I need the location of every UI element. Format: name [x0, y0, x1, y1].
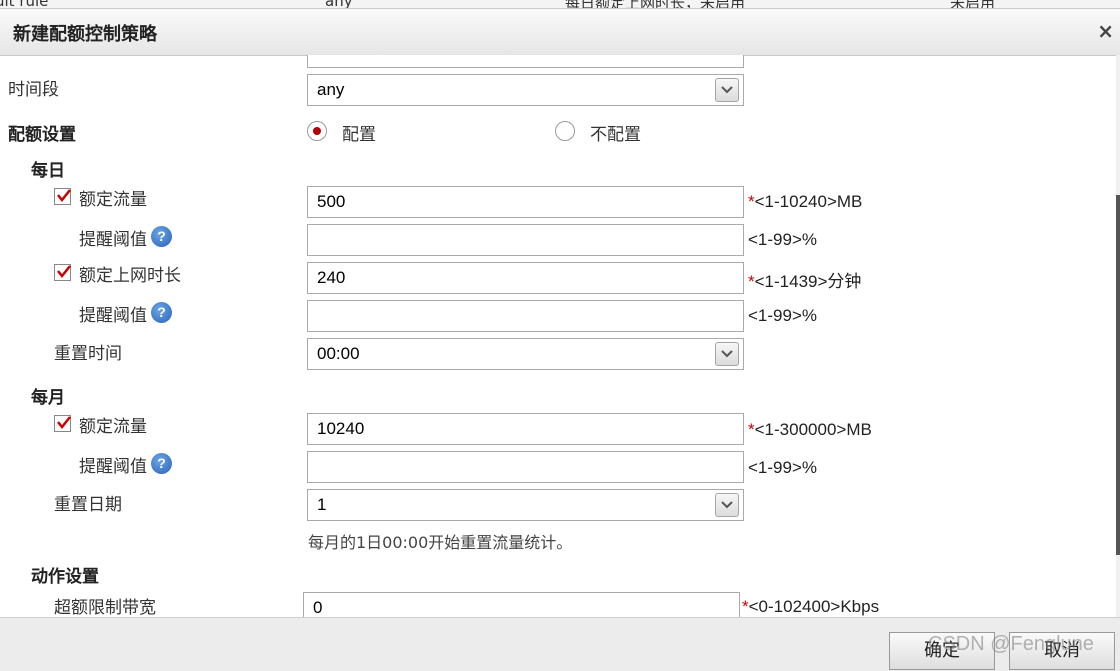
radio-selected-dot — [313, 127, 321, 135]
daily-traffic-input[interactable]: 500 — [307, 186, 744, 218]
time-period-value: any — [317, 80, 345, 99]
dialog-titlebar: 新建配额控制策略 × — [0, 8, 1120, 56]
monthly-traffic-hint-text: <1-300000>MB — [754, 420, 872, 439]
chevron-down-icon[interactable] — [715, 78, 739, 102]
radio-not-configure[interactable] — [555, 121, 575, 141]
previous-field-input[interactable] — [307, 55, 744, 68]
scrollbar-thumb[interactable] — [1116, 195, 1120, 555]
over-limit-bandwidth-hint-text: <0-102400>Kbps — [748, 597, 880, 616]
daily-online-time-hint: *<1-1439>分钟 — [748, 267, 861, 292]
over-limit-bandwidth-label: 超额限制带宽 — [54, 598, 156, 617]
close-icon[interactable]: × — [1097, 19, 1114, 43]
daily-time-threshold-label: 提醒阈值 — [79, 306, 147, 326]
monthly-reset-date-label: 重置日期 — [54, 495, 122, 515]
monthly-traffic-checkbox[interactable] — [54, 415, 71, 432]
bg-cell-4: 未启用 — [950, 0, 995, 8]
required-mark: * — [742, 597, 749, 616]
background-table-row: ult rule any 每日额定上网时长，未启用 未启用 — [0, 0, 1120, 8]
watermark: CSDN @Fenglune — [928, 633, 1094, 655]
daily-reset-time-label: 重置时间 — [54, 344, 122, 364]
radio-not-configure-label: 不配置 — [590, 125, 641, 145]
bg-cell-1: ult rule — [0, 0, 48, 8]
quota-settings-label: 配额设置 — [8, 125, 76, 145]
required-mark: * — [748, 192, 755, 211]
over-limit-bandwidth-input[interactable]: 0 — [303, 592, 740, 617]
monthly-reset-note: 每月的1日00:00开始重置流量统计。 — [308, 533, 573, 552]
help-icon[interactable]: ? — [151, 226, 172, 247]
monthly-heading: 每月 — [31, 388, 65, 408]
bg-cell-2: any — [325, 0, 353, 8]
monthly-reset-date-value: 1 — [317, 495, 327, 514]
monthly-traffic-threshold-input[interactable] — [307, 451, 744, 483]
daily-traffic-hint-text: <1-10240>MB — [754, 192, 863, 211]
daily-traffic-threshold-input[interactable] — [307, 224, 744, 256]
daily-reset-time-select[interactable]: 00:00 — [307, 338, 744, 370]
daily-traffic-label: 额定流量 — [79, 190, 147, 210]
monthly-reset-date-select[interactable]: 1 — [307, 489, 744, 521]
help-icon[interactable]: ? — [151, 302, 172, 323]
dialog-title: 新建配额控制策略 — [13, 24, 157, 45]
radio-configure[interactable] — [307, 121, 327, 141]
over-limit-bandwidth-hint: *<0-102400>Kbps — [742, 597, 879, 617]
time-period-label: 时间段 — [8, 80, 59, 100]
chevron-down-icon[interactable] — [715, 493, 739, 517]
daily-time-threshold-hint: <1-99>% — [748, 306, 817, 325]
help-icon[interactable]: ? — [151, 453, 172, 474]
monthly-traffic-threshold-hint: <1-99>% — [748, 458, 817, 477]
monthly-traffic-input[interactable]: 10240 — [307, 413, 744, 445]
daily-online-time-hint-text: <1-1439>分钟 — [754, 272, 862, 291]
daily-traffic-checkbox[interactable] — [54, 188, 71, 205]
dialog-content: 时间段 any 配额设置 配置 不配置 每日 额定流量 500 *<1-1024… — [0, 55, 1120, 617]
time-period-select[interactable]: any — [307, 74, 744, 106]
bg-cell-3: 每日额定上网时长，未启用 — [565, 0, 745, 8]
monthly-traffic-hint: *<1-300000>MB — [748, 420, 872, 440]
action-settings-heading: 动作设置 — [31, 567, 99, 587]
daily-reset-time-value: 00:00 — [317, 344, 360, 363]
daily-traffic-threshold-hint: <1-99>% — [748, 230, 817, 249]
daily-traffic-threshold-label: 提醒阈值 — [79, 230, 147, 250]
required-mark: * — [748, 272, 755, 291]
required-mark: * — [748, 420, 755, 439]
daily-heading: 每日 — [31, 161, 65, 181]
radio-configure-label: 配置 — [342, 125, 376, 145]
daily-online-time-input[interactable]: 240 — [307, 262, 744, 294]
daily-traffic-hint: *<1-10240>MB — [748, 192, 862, 212]
daily-online-time-label: 额定上网时长 — [79, 266, 181, 286]
daily-online-time-checkbox[interactable] — [54, 264, 71, 281]
monthly-traffic-threshold-label: 提醒阈值 — [79, 457, 147, 477]
chevron-down-icon[interactable] — [715, 342, 739, 366]
monthly-traffic-label: 额定流量 — [79, 417, 147, 437]
daily-time-threshold-input[interactable] — [307, 300, 744, 332]
